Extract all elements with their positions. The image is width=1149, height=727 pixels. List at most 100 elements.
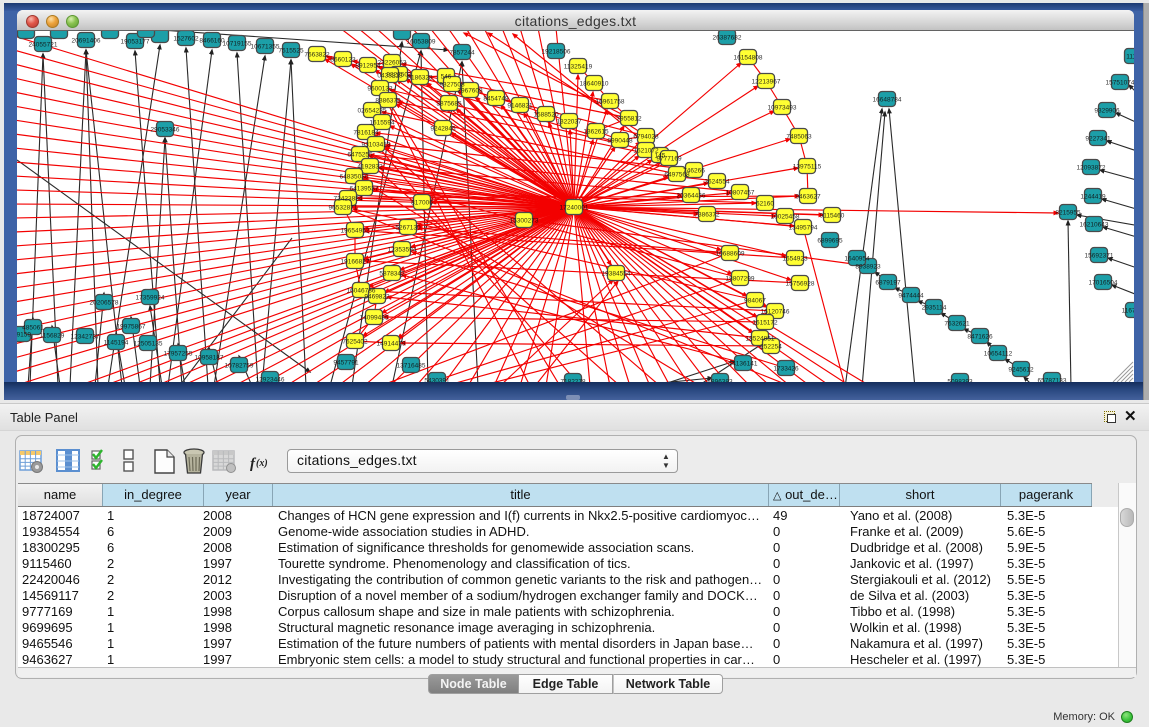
svg-text:8938923: 8938923 [855, 264, 881, 271]
svg-text:19975867: 19975867 [117, 324, 146, 331]
svg-text:1588520: 1588520 [533, 112, 559, 119]
svg-text:7485063: 7485063 [786, 134, 812, 141]
svg-text:72423884: 72423884 [334, 196, 363, 203]
svg-text:984067: 984067 [744, 298, 766, 305]
svg-text:19384554: 19384554 [602, 271, 631, 278]
svg-text:9457791: 9457791 [333, 360, 359, 367]
svg-text:10025458: 10025458 [771, 214, 800, 221]
svg-text:8215955: 8215955 [1055, 210, 1081, 217]
svg-text:20691406: 20691406 [72, 38, 101, 45]
svg-text:9329906: 9329906 [1094, 108, 1120, 115]
svg-text:02654235: 02654235 [358, 108, 387, 115]
svg-text:10671355: 10671355 [251, 44, 280, 51]
svg-text:1615594: 1615594 [369, 120, 395, 127]
svg-text:10973493: 10973493 [768, 105, 797, 112]
svg-text:13716485: 13716485 [397, 363, 426, 370]
svg-text:5267130: 5267130 [395, 225, 421, 232]
svg-text:9245612: 9245612 [1008, 367, 1034, 374]
svg-text:1733426: 1733426 [773, 366, 799, 373]
svg-text:7386372: 7386372 [694, 212, 720, 219]
svg-text:17359924: 17359924 [136, 295, 165, 302]
svg-text:9469822: 9469822 [364, 294, 390, 301]
svg-text:20364436: 20364436 [677, 193, 706, 200]
svg-text:64139537: 64139537 [350, 186, 379, 193]
svg-text:14136141: 14136141 [729, 361, 758, 368]
svg-text:20206578: 20206578 [90, 300, 119, 307]
svg-text:17957255: 17957255 [164, 351, 193, 358]
svg-text:9227341: 9227341 [1085, 136, 1111, 143]
svg-text:10654112: 10654112 [984, 351, 1013, 358]
svg-text:16053809: 16053809 [407, 39, 436, 46]
svg-text:(x): (x) [256, 458, 268, 469]
svg-text:5878342: 5878342 [379, 271, 405, 278]
svg-text:7625402: 7625402 [342, 339, 368, 346]
svg-text:12505135: 12505135 [134, 341, 163, 348]
svg-text:17240001: 17240001 [560, 205, 589, 212]
svg-text:10688609: 10688609 [716, 251, 745, 258]
svg-text:817006: 817006 [411, 200, 433, 207]
svg-text:9115460: 9115460 [820, 213, 845, 220]
svg-text:7632621: 7632621 [944, 321, 970, 328]
svg-text:65787133: 65787133 [1038, 378, 1067, 383]
svg-text:13975115: 13975115 [793, 164, 822, 171]
svg-text:1145194: 1145194 [104, 340, 129, 347]
svg-text:1156829: 1156829 [40, 333, 65, 340]
svg-text:12213967: 12213967 [752, 79, 781, 86]
svg-text:2935114: 2935114 [922, 305, 947, 312]
svg-text:14099485: 14099485 [360, 315, 389, 322]
svg-text:8466160: 8466160 [199, 38, 225, 45]
svg-text:16120746: 16120746 [761, 309, 790, 316]
svg-text:1615172: 1615172 [752, 320, 778, 327]
svg-text:9242845: 9242845 [430, 126, 456, 133]
svg-text:0433218: 0433218 [377, 73, 403, 80]
svg-text:3875685: 3875685 [436, 101, 462, 108]
svg-text:6879197: 6879197 [875, 280, 901, 287]
svg-text:29053346: 29053346 [151, 127, 180, 134]
svg-text:15692371: 15692371 [1085, 253, 1114, 260]
svg-text:24055721: 24055721 [29, 42, 58, 49]
svg-text:1527602: 1527602 [173, 36, 199, 43]
svg-text:5430391: 5430391 [424, 378, 450, 383]
svg-text:12923446: 12923446 [256, 377, 285, 383]
svg-text:19218506: 19218506 [542, 49, 571, 56]
svg-text:10782759: 10782759 [225, 363, 254, 370]
svg-text:62160: 62160 [756, 201, 774, 208]
svg-text:26387682: 26387682 [713, 35, 742, 42]
svg-text:6899695: 6899695 [817, 238, 843, 245]
svg-text:1322037: 1322037 [556, 119, 582, 126]
svg-text:18640910: 18640910 [580, 81, 609, 88]
svg-text:13495794: 13495794 [789, 225, 818, 232]
svg-text:9146821: 9146821 [507, 103, 533, 110]
svg-text:16961758: 16961758 [596, 99, 625, 106]
svg-text:4192832: 4192832 [357, 164, 383, 171]
svg-text:7182278: 7182278 [560, 379, 586, 383]
svg-text:12353594: 12353594 [388, 247, 417, 254]
svg-text:1167533: 1167533 [1122, 308, 1134, 315]
svg-text:1654923: 1654923 [782, 256, 808, 263]
svg-text:39159: 39159 [17, 332, 31, 339]
svg-text:8471626: 8471626 [967, 334, 993, 341]
svg-text:8186328: 8186328 [407, 75, 433, 82]
svg-text:16154808: 16154808 [734, 55, 763, 62]
svg-text:8660123: 8660123 [330, 57, 356, 64]
svg-text:7955812: 7955812 [616, 116, 642, 123]
svg-text:16210643: 16210643 [1080, 222, 1109, 229]
svg-text:3624554: 3624554 [704, 179, 730, 186]
svg-text:252254: 252254 [760, 344, 782, 351]
svg-text:9463627: 9463627 [795, 194, 821, 201]
svg-text:11325419: 11325419 [564, 64, 593, 71]
svg-text:9474444: 9474444 [898, 293, 924, 300]
svg-text:9600133: 9600133 [367, 86, 393, 93]
svg-text:19166827: 19166827 [341, 259, 370, 266]
svg-text:7857244: 7857244 [449, 50, 475, 57]
svg-text:8386379: 8386379 [375, 98, 401, 105]
svg-text:18807299: 18807299 [726, 276, 755, 283]
svg-text:15756928: 15756928 [786, 281, 815, 288]
svg-text:546: 546 [441, 74, 452, 81]
svg-text:7816184: 7816184 [353, 130, 379, 137]
svg-text:1362615: 1362615 [583, 129, 609, 136]
svg-text:1244419: 1244419 [1080, 194, 1106, 201]
svg-text:93103413: 93103413 [362, 142, 391, 149]
svg-text:15300273: 15300273 [510, 218, 539, 225]
svg-text:8454749: 8454749 [483, 96, 509, 103]
